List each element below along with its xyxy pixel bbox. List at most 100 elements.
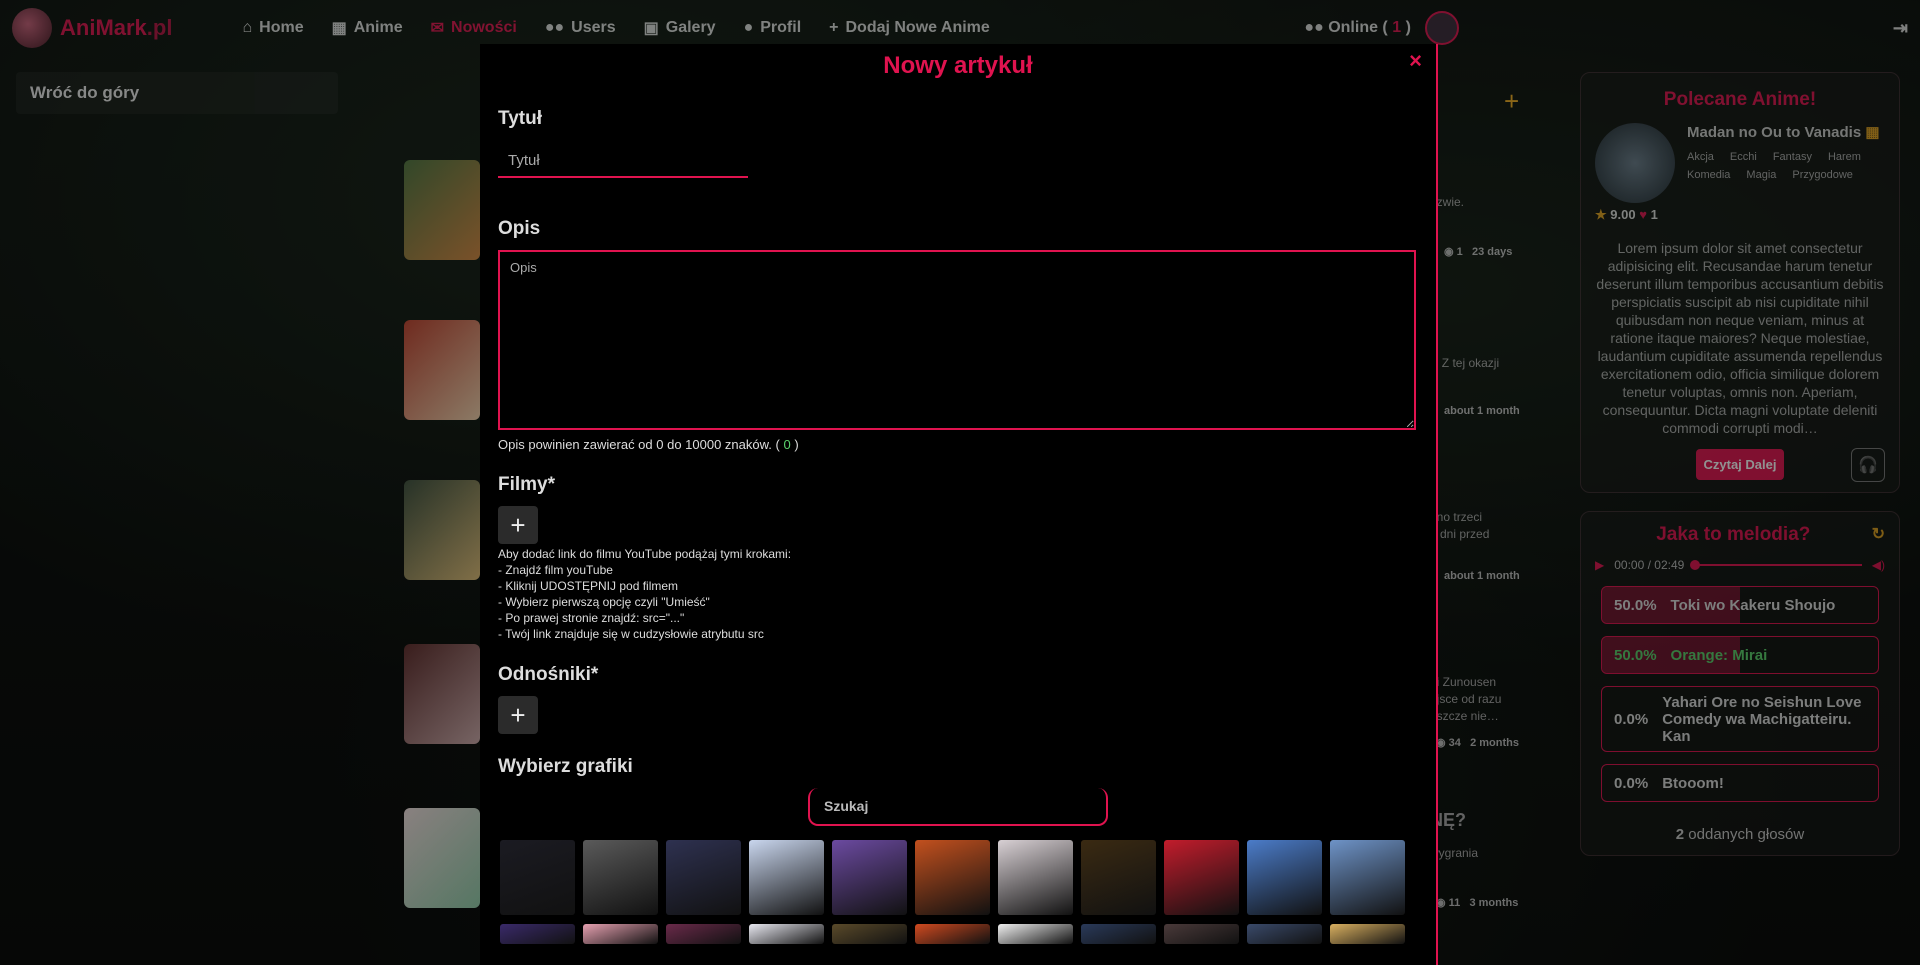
article-snippet: ejsce od razu	[1430, 692, 1502, 706]
gallery-image[interactable]	[1164, 924, 1239, 944]
description-label: Opis	[498, 218, 541, 239]
users-icon: ●●	[544, 19, 565, 36]
vote-option[interactable]: 50.0% Toki wo Kakeru Shoujo	[1601, 586, 1879, 624]
clapperboard-icon: ▦	[1865, 124, 1880, 141]
article-snippet: NĘ?	[1430, 810, 1466, 830]
title-label: Tytuł	[498, 108, 542, 129]
gallery-image[interactable]	[583, 840, 658, 915]
right-sidebar: Polecane Anime! ★ 9.00 ♥ 1 Madan no Ou t…	[1580, 72, 1900, 874]
clapperboard-icon: ▦	[331, 20, 347, 37]
plus-icon: +	[829, 19, 839, 36]
gallery-image[interactable]	[749, 840, 824, 915]
gallery-image[interactable]	[915, 840, 990, 915]
recommended-title: Polecane Anime!	[1663, 89, 1817, 110]
volume-icon[interactable]: ◀)	[1872, 558, 1885, 572]
gallery-image[interactable]	[1081, 840, 1156, 915]
nav-galery[interactable]: ▣ Galery	[644, 18, 716, 38]
refresh-icon[interactable]: ↻	[1872, 524, 1885, 544]
article-snippet: ai Zunousen	[1430, 675, 1497, 689]
graphics-gallery	[500, 840, 1420, 944]
description-hint: Opis powinien zawierać od 0 do 10000 zna…	[498, 437, 799, 452]
back-to-top-button[interactable]: Wróć do góry	[16, 72, 338, 114]
gallery-image[interactable]	[583, 924, 658, 944]
add-link-button[interactable]: +	[498, 696, 538, 734]
gallery-image[interactable]	[1164, 840, 1239, 915]
article-thumbnail	[404, 160, 480, 260]
graphics-label: Wybierz grafiki	[498, 756, 633, 777]
quiz-title: Jaka to melodia? ↻	[1656, 524, 1885, 545]
quiz-panel: Jaka to melodia? ↻ ▶ 00:00 / 02:49 ◀) 50…	[1580, 511, 1900, 856]
article-snippet: pno trzeci	[1430, 510, 1483, 524]
gallery-image[interactable]	[1330, 924, 1405, 944]
article-snippet: wygrania	[1430, 846, 1479, 860]
recommended-stats: ★ 9.00 ♥ 1	[1595, 207, 1658, 222]
nav-news[interactable]: ✉ Nowości	[431, 18, 517, 38]
article-snippet: azwie.	[1430, 195, 1465, 209]
title-input[interactable]	[498, 144, 748, 178]
films-label: Filmy*	[498, 474, 556, 495]
gallery-image[interactable]	[915, 924, 990, 944]
article-thumbnail	[404, 808, 480, 908]
nav-home[interactable]: ⌂ Home	[242, 18, 303, 38]
gallery-image[interactable]	[1081, 924, 1156, 944]
nav-anime[interactable]: ▦ Anime	[332, 18, 403, 38]
audio-player: ▶ 00:00 / 02:49 ◀)	[1595, 558, 1885, 572]
article-snippet: 3 dni przed	[1430, 527, 1490, 541]
article-meta: ◉ 34 2 months	[1436, 737, 1519, 749]
headphones-icon[interactable]: 🎧	[1851, 447, 1885, 482]
nav-users[interactable]: ●● Users	[545, 18, 616, 38]
article-snippet: eszcze nie…	[1430, 709, 1499, 723]
recommended-anime-panel: Polecane Anime! ★ 9.00 ♥ 1 Madan no Ou t…	[1580, 72, 1900, 493]
progress-slider[interactable]	[1690, 560, 1862, 570]
online-users[interactable]: ●● Online ( 1 )	[1304, 19, 1410, 37]
avatar[interactable]	[1424, 11, 1459, 45]
gallery-image[interactable]	[998, 840, 1073, 915]
article-meta: about 1 month	[1444, 405, 1520, 417]
gallery-image[interactable]	[1247, 840, 1322, 915]
description-textarea[interactable]	[498, 250, 1416, 430]
gallery-image[interactable]	[749, 924, 824, 944]
recommended-description: Lorem ipsum dolor sit amet consectetur a…	[1596, 240, 1884, 436]
article-meta: about 1 month	[1444, 570, 1520, 582]
eye-icon: ◉	[1444, 246, 1457, 258]
graphics-search-input[interactable]	[808, 788, 1108, 826]
nav-right: ●● Online ( 1 ) ⇥	[1304, 11, 1908, 45]
gallery-image[interactable]	[998, 924, 1073, 944]
vote-option[interactable]: 0.0% Yahari Ore no Seishun Love Comedy wa…	[1601, 686, 1879, 752]
vote-option[interactable]: 0.0% Btooom!	[1601, 764, 1879, 802]
brand-name: AniMark.pl	[60, 15, 173, 40]
links-label: Odnośniki*	[498, 664, 599, 685]
close-icon[interactable]: ×	[1409, 48, 1422, 74]
home-icon: ⌂	[242, 19, 253, 36]
gallery-image[interactable]	[832, 924, 907, 944]
read-more-button[interactable]: Czytaj Dalej	[1695, 449, 1785, 480]
envelope-icon: ✉	[430, 20, 445, 37]
gallery-image[interactable]	[832, 840, 907, 915]
add-film-button[interactable]: +	[498, 506, 538, 544]
gallery-image[interactable]	[1247, 924, 1322, 944]
gallery-image[interactable]	[666, 924, 741, 944]
heart-icon: ♥	[1639, 207, 1647, 222]
modal-title: Nowy artykuł	[883, 52, 1033, 79]
article-thumbnail	[404, 644, 480, 744]
gallery-image[interactable]	[500, 924, 575, 944]
logout-icon[interactable]: ⇥	[1893, 18, 1908, 39]
users-icon: ●●	[1304, 19, 1329, 36]
recommended-anime-image[interactable]	[1595, 123, 1675, 203]
plus-icon: +	[510, 509, 526, 540]
play-icon[interactable]: ▶	[1595, 558, 1604, 572]
add-article-icon[interactable]: +	[1504, 86, 1519, 117]
vote-option[interactable]: 50.0% Orange: Mirai	[1601, 636, 1879, 674]
recommended-tags: Akcja Ecchi Fantasy Harem Komedia Magia Przygo…	[1687, 151, 1861, 181]
logo[interactable]: AniMark.pl	[12, 8, 172, 48]
logo-image	[12, 8, 52, 48]
gallery-image[interactable]	[500, 840, 575, 915]
new-article-modal: Nowy artykuł × Tytuł Opis Opis powinien …	[480, 44, 1438, 965]
gallery-image[interactable]	[666, 840, 741, 915]
nav-menu: ⌂ Home ▦ Anime ✉ Nowości ●● Users ▣ Galery ● P…	[242, 18, 989, 38]
user-icon: ●	[743, 19, 754, 36]
nav-add-anime[interactable]: + Dodaj Nowe Anime	[829, 18, 990, 38]
recommended-anime-name[interactable]: Madan no Ou to Vanadis ▦	[1687, 123, 1885, 141]
nav-profile[interactable]: ● Profil	[744, 18, 802, 38]
gallery-image[interactable]	[1330, 840, 1405, 915]
